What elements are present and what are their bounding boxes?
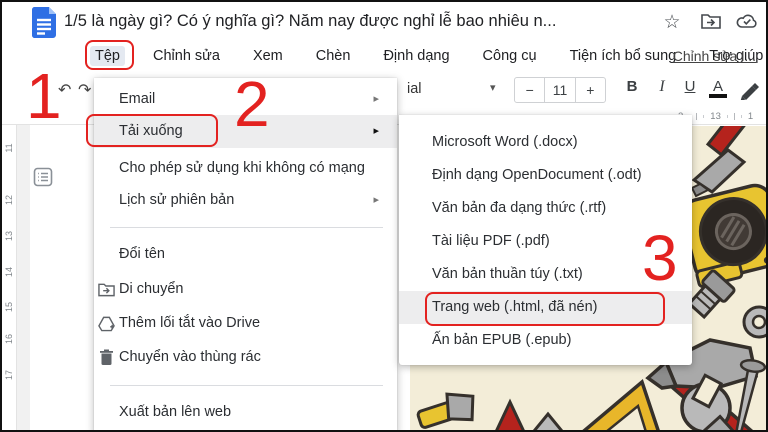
ruler-dot (727, 115, 728, 118)
menu-edit[interactable]: Chỉnh sửa (148, 46, 225, 66)
ruler-mark: 13 (710, 111, 721, 122)
washer-shape (744, 307, 768, 337)
submenu-item-docx[interactable]: Microsoft Word (.docx) (399, 126, 692, 159)
menu-item-publish-to-web[interactable]: Xuất bản lên web (94, 396, 397, 428)
ruler-mark: 16 (4, 330, 14, 348)
header-bar: 1/5 là ngày gì? Có ý nghĩa gì? Năm nay đ… (2, 2, 768, 42)
menu-tools[interactable]: Công cụ (478, 46, 542, 66)
menu-item-add-shortcut-drive[interactable]: Thêm lối tắt vào Drive (94, 307, 397, 339)
menu-divider (110, 385, 383, 386)
font-size-value[interactable]: 11 (544, 78, 575, 102)
text-color-label: A (713, 78, 723, 95)
menu-divider (110, 227, 383, 228)
google-docs-icon[interactable] (32, 7, 56, 38)
submenu-arrow-icon: ▸ (373, 184, 379, 216)
vertical-ruler[interactable]: 11 12 13 14 15 16 17 (2, 125, 17, 432)
annotation-box-download (86, 114, 218, 147)
google-docs-window: 1/5 là ngày gì? Có ý nghĩa gì? Năm nay đ… (0, 0, 768, 432)
ruler-mark: 13 (4, 227, 14, 245)
menu-item-label: Văn bản thuần túy (.txt) (432, 266, 583, 282)
cloud-saved-icon[interactable] (735, 13, 759, 29)
italic-button[interactable]: I (650, 78, 674, 96)
menu-view[interactable]: Xem (248, 46, 288, 66)
menu-item-offline[interactable]: Cho phép sử dụng khi không có mạng (94, 152, 397, 184)
menu-item-rename[interactable]: Đổi tên (94, 238, 397, 270)
menu-item-label: Lịch sử phiên bản (119, 192, 234, 208)
document-outline-icon[interactable] (33, 167, 53, 187)
annotation-box-file-menu (85, 40, 134, 70)
font-size-decrease-button[interactable]: − (515, 78, 544, 102)
drive-shortcut-icon (98, 315, 115, 332)
submenu-arrow-icon: ▸ (373, 115, 379, 147)
menu-item-move-to-trash[interactable]: Chuyển vào thùng rác (94, 341, 397, 373)
document-title[interactable]: 1/5 là ngày gì? Có ý nghĩa gì? Năm nay đ… (64, 12, 556, 31)
annotation-step-3: 3 (642, 226, 678, 290)
ruler-mark: 1 (748, 111, 753, 122)
menu-item-label: Chuyển vào thùng rác (119, 349, 261, 365)
font-size-stepper: − 11 + (514, 77, 606, 103)
ruler-tick (734, 113, 735, 120)
ruler-mark: 12 (4, 191, 14, 209)
trash-icon (98, 349, 115, 366)
annotation-step-1: 1 (26, 64, 62, 128)
menu-item-label: Tài liệu PDF (.pdf) (432, 233, 550, 249)
menu-item-label: Email (119, 91, 155, 107)
ruler-mark: 17 (4, 366, 14, 384)
highlight-pen-icon[interactable] (738, 78, 760, 100)
annotation-box-html-option (425, 292, 665, 326)
ruler-mark: 11 (4, 139, 14, 157)
menu-item-label: Thêm lối tắt vào Drive (119, 315, 260, 331)
submenu-arrow-icon: ▸ (373, 83, 379, 115)
menu-item-label: Microsoft Word (.docx) (432, 134, 578, 150)
submenu-item-epub[interactable]: Ấn bản EPUB (.epub) (399, 324, 692, 357)
ruler-dot (703, 115, 704, 118)
ruler-tick (696, 113, 697, 120)
menu-format[interactable]: Định dạng (378, 46, 454, 66)
bold-button[interactable]: B (620, 78, 644, 95)
underline-button[interactable]: U (678, 78, 702, 95)
menu-item-label: Định dạng OpenDocument (.odt) (432, 167, 642, 183)
menu-addons[interactable]: Tiện ích bổ sung (565, 46, 682, 66)
page-margin-gutter (17, 125, 30, 432)
menu-item-label: Ấn bản EPUB (.epub) (432, 332, 571, 348)
move-folder-icon (98, 281, 115, 298)
redo-icon[interactable]: ↷ (78, 80, 91, 100)
menu-item-label: Xuất bản lên web (119, 404, 231, 420)
star-icon[interactable]: ☆ (660, 11, 684, 34)
ruler-mark: 14 (4, 263, 14, 281)
chevron-down-icon[interactable]: ▾ (490, 81, 496, 94)
move-folder-icon[interactable] (699, 13, 723, 30)
menu-item-label: Văn bản đa dạng thức (.rtf) (432, 200, 606, 216)
menu-item-label: Di chuyển (119, 281, 183, 297)
last-edit-link[interactable]: Chỉnh sửa l... (673, 48, 756, 64)
ruler-mark: 15 (4, 298, 14, 316)
submenu-item-rtf[interactable]: Văn bản đa dạng thức (.rtf) (399, 192, 692, 225)
text-color-button[interactable]: A (706, 78, 730, 98)
ruler-dot (741, 115, 742, 118)
submenu-item-odt[interactable]: Định dạng OpenDocument (.odt) (399, 159, 692, 192)
menu-item-version-history[interactable]: Lịch sử phiên bản ▸ (94, 184, 397, 216)
annotation-step-2: 2 (234, 72, 270, 136)
menu-item-label: Cho phép sử dụng khi không có mạng (119, 160, 365, 176)
menu-item-move[interactable]: Di chuyển (94, 273, 397, 305)
menu-item-label: Đổi tên (119, 246, 165, 262)
menu-insert[interactable]: Chèn (311, 46, 356, 66)
font-family-select[interactable]: ial (407, 81, 422, 97)
menubar: Tệp Chỉnh sửa Xem Chèn Định dạng Công cụ… (90, 42, 768, 70)
font-size-increase-button[interactable]: + (576, 78, 605, 102)
